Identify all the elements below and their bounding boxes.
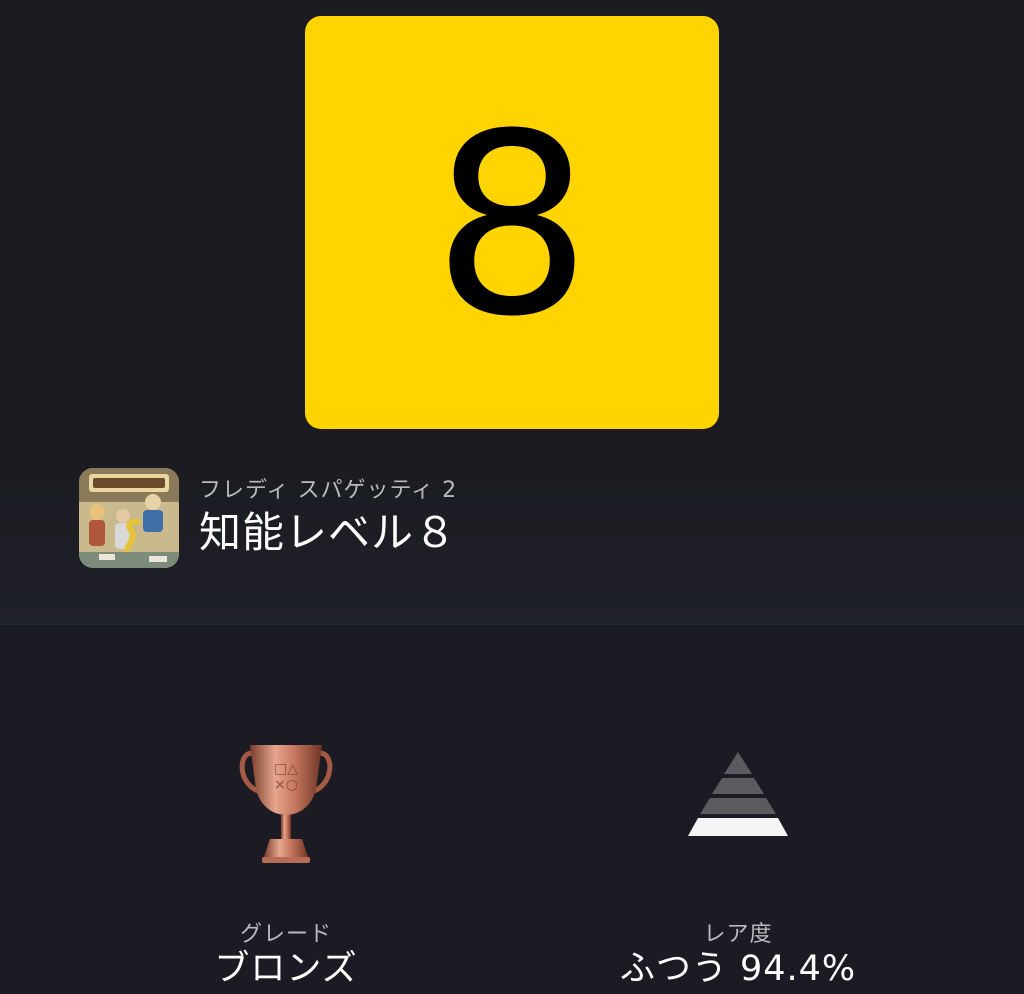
grade-value: ブロンズ xyxy=(214,949,358,989)
svg-text:×○: ×○ xyxy=(274,777,298,793)
game-cover-icon[interactable] xyxy=(79,468,179,568)
grade-label: グレード xyxy=(239,922,332,947)
grade-stat: □△ ×○ グレード ブロンズ xyxy=(186,736,386,990)
trophy-level-number: 8 xyxy=(432,80,591,371)
rarity-pyramid-icon xyxy=(668,736,808,872)
rarity-value: ふつう 94.4% xyxy=(619,949,857,989)
trophy-image: 8 xyxy=(305,16,719,429)
rarity-stat: レア度 ふつう 94.4% xyxy=(588,736,888,990)
trophy-title: 知能レベル８ xyxy=(199,508,458,557)
game-info[interactable]: フレディ スパゲッティ 2 知能レベル８ xyxy=(79,468,457,568)
rarity-label: レア度 xyxy=(703,922,773,947)
bronze-trophy-icon: □△ ×○ xyxy=(236,736,336,872)
trophy-header: 8 フレディ スパゲッティ 2 知能レベル８ xyxy=(0,0,1024,626)
svg-text:□△: □△ xyxy=(274,761,298,777)
section-divider xyxy=(0,626,1024,627)
game-title[interactable]: フレディ スパゲッティ 2 xyxy=(199,477,457,505)
